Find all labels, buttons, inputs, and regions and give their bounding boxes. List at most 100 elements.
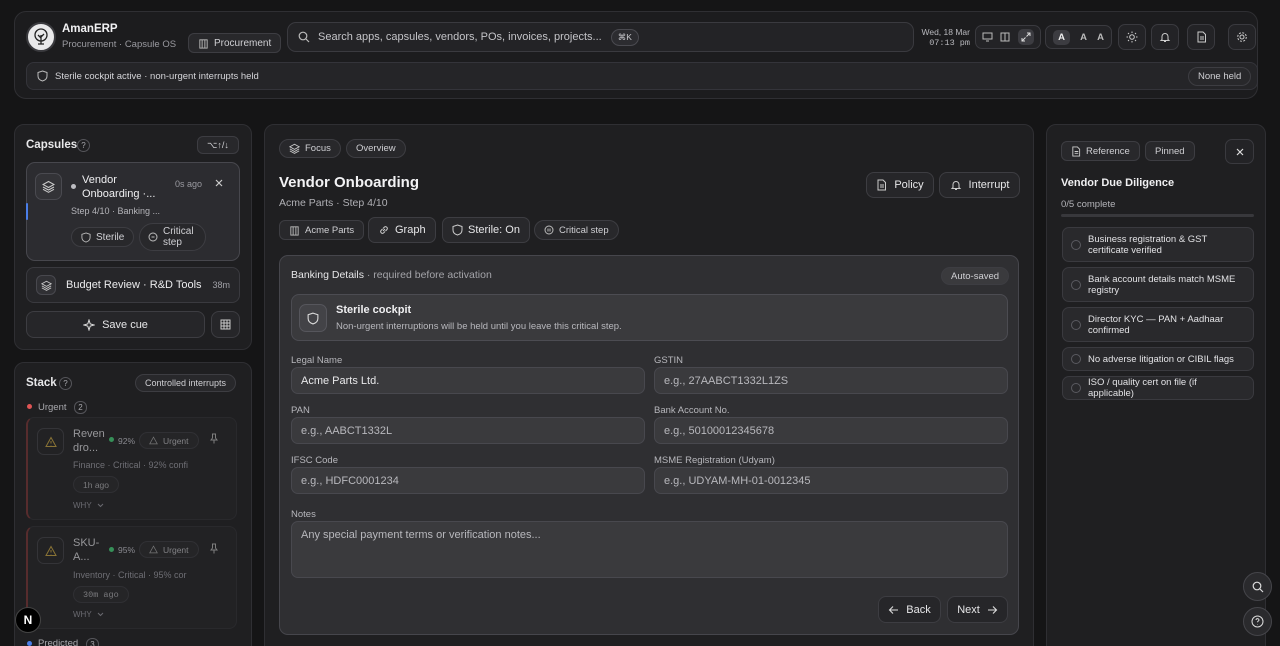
confidence-dot bbox=[109, 437, 114, 442]
checkbox-circle[interactable] bbox=[1071, 279, 1081, 290]
stack-item-sub: Inventory · Critical · 95% cor bbox=[73, 570, 187, 580]
search-bar[interactable]: Search apps, capsules, vendors, POs, inv… bbox=[287, 22, 914, 52]
policy-button[interactable]: Policy bbox=[866, 172, 934, 198]
warning-icon bbox=[149, 436, 158, 445]
capsule-budget-card[interactable]: Budget Review · R&D Tools 38m bbox=[26, 267, 240, 303]
stack-item-urgent-badge: Urgent bbox=[139, 432, 199, 449]
legal-name-input[interactable]: Acme Parts Ltd. bbox=[291, 367, 645, 394]
capsule-active-time: 0s ago bbox=[175, 179, 203, 189]
notes-textarea[interactable]: Any special payment terms or verificatio… bbox=[291, 521, 1008, 578]
capsules-title: Capsules bbox=[26, 139, 78, 151]
capsule-close-icon[interactable] bbox=[214, 178, 224, 188]
pinned-chip[interactable]: Pinned bbox=[1145, 141, 1195, 161]
tree-icon bbox=[34, 28, 48, 45]
tab-overview[interactable]: Overview bbox=[346, 139, 406, 158]
checklist-item[interactable]: Director KYC — PAN + Aadhaar confirmed bbox=[1062, 307, 1254, 342]
pin-icon[interactable] bbox=[209, 433, 219, 444]
why-toggle[interactable]: WHY bbox=[73, 501, 104, 510]
settings-button[interactable] bbox=[1228, 24, 1256, 50]
vendor-chip[interactable]: Acme Parts bbox=[279, 220, 365, 240]
stack-item-title: Reven dro... bbox=[73, 428, 105, 454]
app-logo[interactable] bbox=[26, 22, 56, 52]
font-size-medium[interactable]: A bbox=[1080, 32, 1087, 43]
stack-title: Stack bbox=[26, 377, 57, 389]
next-label: Next bbox=[957, 603, 980, 616]
grid-view-button[interactable] bbox=[211, 311, 240, 338]
predicted-count: 3 bbox=[86, 638, 99, 646]
capsules-help-icon[interactable]: ? bbox=[77, 139, 90, 152]
checklist-item[interactable]: ISO / quality cert on file (if applicabl… bbox=[1062, 376, 1254, 400]
checkbox-circle[interactable] bbox=[1071, 383, 1081, 393]
back-label: Back bbox=[906, 603, 931, 616]
app-name: AmanERP bbox=[62, 23, 118, 35]
capsule-icon-box bbox=[35, 173, 62, 200]
urgent-label: Urgent bbox=[38, 402, 67, 413]
checklist-item-label: No adverse litigation or CIBIL flags bbox=[1088, 353, 1234, 365]
next-button[interactable]: Next bbox=[947, 596, 1008, 623]
shield-icon bbox=[452, 224, 463, 236]
back-button[interactable]: Back bbox=[878, 596, 941, 623]
desktop-view-icon[interactable] bbox=[982, 32, 993, 42]
documents-button[interactable] bbox=[1187, 24, 1215, 50]
reference-progress-bar bbox=[1061, 214, 1254, 217]
why-label: WHY bbox=[73, 501, 92, 510]
notes-label: Notes bbox=[291, 509, 316, 520]
font-size-large[interactable]: A bbox=[1097, 32, 1104, 43]
why-toggle[interactable]: WHY bbox=[73, 610, 104, 619]
pan-input[interactable]: e.g., AABCT1332L bbox=[291, 417, 645, 444]
time-text: 07:13 pm bbox=[929, 38, 970, 48]
dev-badge[interactable]: N bbox=[15, 607, 41, 633]
critical-step-label: Critical step bbox=[559, 224, 609, 236]
bank-account-input[interactable]: e.g., 50100012345678 bbox=[654, 417, 1008, 444]
gstin-input[interactable]: e.g., 27AABCT1332L1ZS bbox=[654, 367, 1008, 394]
floating-help-button[interactable] bbox=[1243, 607, 1272, 636]
checklist-item[interactable]: Bank account details match MSME registry bbox=[1062, 267, 1254, 302]
controlled-interrupts-button[interactable]: Controlled interrupts bbox=[135, 374, 237, 392]
shield-icon bbox=[307, 312, 319, 324]
capsule-chip-sterile[interactable]: Sterile bbox=[71, 227, 135, 247]
sterile-toggle[interactable]: Sterile: On bbox=[442, 217, 530, 243]
checklist-item-label: Business registration & GST certificate … bbox=[1088, 233, 1208, 256]
interrupt-button[interactable]: Interrupt bbox=[939, 172, 1020, 198]
ifsc-input[interactable]: e.g., HDFC0001234 bbox=[291, 467, 645, 494]
reference-title: Vendor Due Diligence bbox=[1061, 177, 1175, 189]
stack-help-icon[interactable]: ? bbox=[59, 377, 72, 390]
graph-button[interactable]: Graph bbox=[368, 217, 436, 243]
checkbox-circle[interactable] bbox=[1071, 239, 1081, 250]
why-label: WHY bbox=[73, 610, 92, 619]
close-reference-button[interactable] bbox=[1225, 139, 1254, 164]
theme-button[interactable] bbox=[1118, 24, 1146, 50]
bell-icon bbox=[950, 181, 961, 190]
expand-view-icon[interactable] bbox=[1018, 29, 1035, 45]
reference-chip-label: Reference bbox=[1086, 145, 1130, 157]
msme-input[interactable]: e.g., UDYAM-MH-01-0012345 bbox=[654, 467, 1008, 494]
pan-label: PAN bbox=[291, 405, 310, 416]
font-size-small[interactable]: A bbox=[1053, 29, 1070, 45]
document-icon bbox=[1072, 146, 1081, 156]
capsule-budget-title: Budget Review · R&D Tools bbox=[66, 279, 202, 291]
notifications-button[interactable] bbox=[1151, 24, 1179, 50]
workspace-chip[interactable]: Procurement bbox=[188, 33, 282, 53]
save-cue-button[interactable]: Save cue bbox=[26, 311, 205, 338]
split-view-icon[interactable] bbox=[1000, 32, 1010, 42]
capsule-chip-critical[interactable]: Critical step bbox=[139, 223, 206, 251]
tab-focus-label: Focus bbox=[305, 143, 331, 154]
building-icon bbox=[290, 225, 299, 236]
held-badge[interactable]: None held bbox=[1188, 67, 1252, 86]
checklist-item[interactable]: Business registration & GST certificate … bbox=[1062, 227, 1254, 262]
help-icon bbox=[1251, 615, 1264, 628]
capsule-nav-shortcut[interactable]: ⌥↑/↓ bbox=[197, 136, 239, 154]
checkbox-circle[interactable] bbox=[1071, 354, 1081, 364]
pin-icon[interactable] bbox=[209, 543, 219, 554]
chevron-down-icon bbox=[97, 503, 104, 508]
warning-icon-box bbox=[37, 537, 64, 564]
tab-focus[interactable]: Focus bbox=[279, 139, 341, 158]
reference-chip[interactable]: Reference bbox=[1061, 141, 1140, 161]
capsule-active-sub: Step 4/10 · Banking ... bbox=[71, 206, 161, 216]
critical-step-chip: Critical step bbox=[534, 220, 619, 240]
checklist-item[interactable]: No adverse litigation or CIBIL flags bbox=[1062, 347, 1254, 371]
search-input[interactable]: Search apps, capsules, vendors, POs, inv… bbox=[318, 31, 602, 43]
checkbox-circle[interactable] bbox=[1071, 319, 1081, 330]
floating-search-button[interactable] bbox=[1243, 572, 1272, 601]
page-subtitle: Acme Parts · Step 4/10 bbox=[279, 197, 388, 209]
